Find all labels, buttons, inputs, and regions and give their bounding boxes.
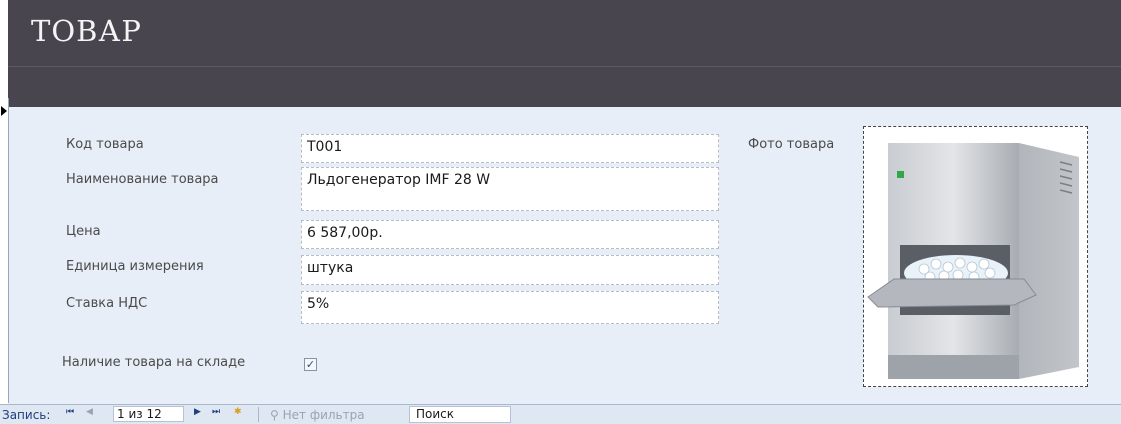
price-label: Цена — [66, 224, 101, 239]
nav-divider — [258, 407, 259, 422]
new-record-icon[interactable]: ✱ — [234, 407, 242, 417]
next-record-icon[interactable]: ▶ — [194, 407, 201, 417]
unit-label: Единица измерения — [66, 259, 204, 274]
record-label: Запись: — [2, 408, 51, 422]
name-label: Наименование товара — [66, 172, 219, 187]
vat-label: Ставка НДС — [66, 296, 148, 311]
unit-field[interactable]: штука — [301, 255, 719, 285]
form-title: ТОВАР — [31, 14, 142, 48]
ice-maker-image — [864, 127, 1087, 386]
record-selector[interactable] — [0, 98, 9, 403]
code-label: Код товара — [66, 137, 144, 152]
filter-status[interactable]: ⚲ Нет фильтра — [270, 408, 365, 422]
name-field[interactable]: Льдогенератор IMF 28 W — [301, 167, 719, 211]
stock-checkbox[interactable]: ✓ — [304, 358, 317, 371]
stock-label: Наличие товара на складе — [62, 355, 246, 370]
code-field[interactable]: T001 — [301, 134, 719, 163]
product-photo[interactable] — [863, 126, 1088, 387]
filter-label: Нет фильтра — [282, 408, 365, 422]
previous-record-icon[interactable]: ◀ — [86, 407, 93, 417]
power-indicator-icon — [897, 171, 904, 178]
photo-label: Фото товара — [748, 137, 835, 152]
vat-field[interactable]: 5% — [301, 291, 719, 324]
filter-icon: ⚲ — [270, 408, 283, 422]
last-record-icon[interactable]: ⏭ — [212, 407, 220, 417]
current-record-icon — [1, 106, 7, 116]
search-input[interactable]: Поиск — [409, 406, 511, 423]
record-navigation-bar: Запись: ⏮ ◀ 1 из 12 ▶ ⏭ ✱ ⚲ Нет фильтра … — [0, 404, 1121, 424]
form-header — [8, 0, 1121, 107]
current-record-input[interactable]: 1 из 12 — [113, 406, 184, 422]
header-divider — [8, 66, 1121, 67]
first-record-icon[interactable]: ⏮ — [66, 407, 74, 417]
price-field[interactable]: 6 587,00р. — [301, 220, 719, 249]
